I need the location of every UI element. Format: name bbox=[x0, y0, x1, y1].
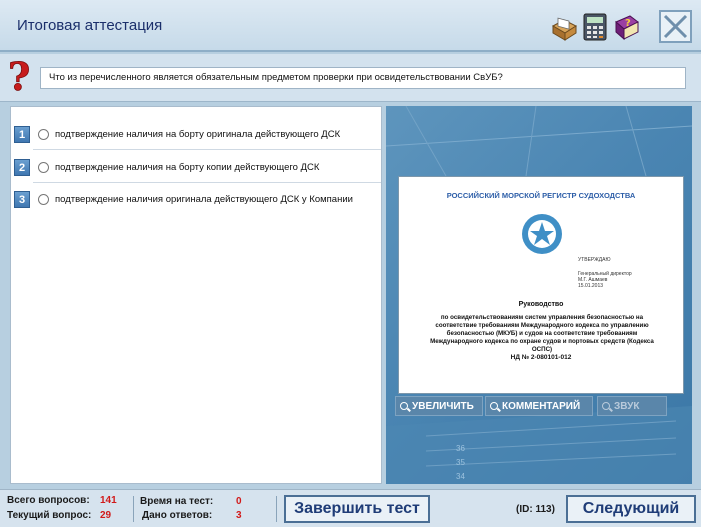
answer-number: 3 bbox=[14, 191, 30, 208]
question-id: (ID: 113) bbox=[516, 504, 555, 515]
zoom-button[interactable]: УВЕЛИЧИТЬ bbox=[395, 396, 483, 416]
zoom-label: УВЕЛИЧИТЬ bbox=[412, 401, 474, 412]
question-mark-icon: ? bbox=[8, 56, 31, 99]
magnifier-icon bbox=[602, 402, 610, 410]
document-heading: Руководство bbox=[518, 301, 564, 308]
illustration-panel: РОССИЙСКИЙ МОРСКОЙ РЕГИСТР СУДОХОДСТВА У… bbox=[386, 106, 692, 484]
director-line: 15.01.2013 bbox=[578, 283, 604, 289]
time-value: 0 bbox=[236, 496, 242, 507]
current-question-label: Текущий вопрос: bbox=[7, 510, 92, 521]
document-body: по освидетельствованиям систем управлени… bbox=[430, 314, 654, 353]
question-text: Что из перечисленного является обязатель… bbox=[40, 67, 686, 89]
answer-number: 1 bbox=[14, 126, 30, 143]
register-seal-icon bbox=[522, 214, 562, 254]
document-organization: РОССИЙСКИЙ МОРСКОЙ РЕГИСТР СУДОХОДСТВА bbox=[446, 191, 636, 200]
divider bbox=[33, 149, 381, 150]
answered-value: 3 bbox=[236, 510, 242, 521]
document-code: НД № 2-080101-012 bbox=[510, 354, 572, 361]
answer-radio[interactable] bbox=[38, 129, 49, 140]
time-label: Время на тест: bbox=[140, 496, 214, 507]
answer-text: подтверждение наличия на борту оригинала… bbox=[55, 129, 341, 140]
svg-text:?: ? bbox=[8, 56, 30, 99]
answer-option-1[interactable]: 1 подтверждение наличия на борту оригина… bbox=[11, 119, 381, 150]
answered-label: Дано ответов: bbox=[142, 510, 213, 521]
finish-test-button[interactable]: Завершить тест bbox=[284, 495, 430, 523]
answer-text: подтверждение наличия на борту копии дей… bbox=[55, 162, 320, 173]
question-bar: ? Что из перечисленного является обязате… bbox=[0, 54, 701, 102]
answers-panel: 1 подтверждение наличия на борту оригина… bbox=[10, 106, 382, 484]
background-number: 35 bbox=[456, 458, 465, 467]
sound-label: ЗВУК bbox=[614, 401, 640, 412]
window-title: Итоговая аттестация bbox=[17, 17, 163, 34]
divider bbox=[276, 496, 277, 522]
comment-button[interactable]: КОММЕНТАРИЙ bbox=[485, 396, 593, 416]
total-questions-value: 141 bbox=[100, 495, 117, 506]
comment-label: КОММЕНТАРИЙ bbox=[502, 401, 581, 412]
magnifier-icon bbox=[400, 402, 408, 410]
next-button[interactable]: Следующий bbox=[566, 495, 696, 523]
answer-radio[interactable] bbox=[38, 162, 49, 173]
help-book-icon[interactable]: ? bbox=[612, 12, 640, 42]
answer-option-3[interactable]: 3 подтверждение наличия оригинала действ… bbox=[11, 184, 381, 215]
document-approve-label: УТВЕРЖДАЮ bbox=[578, 257, 611, 263]
background-number: 34 bbox=[456, 472, 465, 481]
answer-text: подтверждение наличия оригинала действую… bbox=[55, 194, 353, 205]
magnifier-icon bbox=[490, 402, 498, 410]
window-header: Итоговая аттестация ? bbox=[0, 0, 701, 52]
divider bbox=[33, 182, 381, 183]
answer-option-2[interactable]: 2 подтверждение наличия на борту копии д… bbox=[11, 152, 381, 183]
svg-text:?: ? bbox=[625, 18, 631, 29]
divider bbox=[133, 496, 134, 522]
sound-button: ЗВУК bbox=[597, 396, 667, 416]
calculator-icon[interactable] bbox=[581, 12, 609, 42]
answer-radio[interactable] bbox=[38, 194, 49, 205]
close-button[interactable] bbox=[659, 10, 692, 43]
current-question-value: 29 bbox=[100, 510, 112, 521]
total-questions-label: Всего вопросов: bbox=[7, 495, 90, 506]
document-preview[interactable]: РОССИЙСКИЙ МОРСКОЙ РЕГИСТР СУДОХОДСТВА У… bbox=[398, 176, 684, 394]
status-footer: Всего вопросов: 141 Текущий вопрос: 29 В… bbox=[0, 489, 701, 527]
answer-number: 2 bbox=[14, 159, 30, 176]
close-icon bbox=[663, 14, 688, 39]
background-number: 36 bbox=[456, 444, 465, 453]
card-index-icon[interactable] bbox=[550, 12, 578, 42]
document-director: Генеральный директор М.Г. Ашмаев 15.01.2… bbox=[578, 271, 632, 289]
